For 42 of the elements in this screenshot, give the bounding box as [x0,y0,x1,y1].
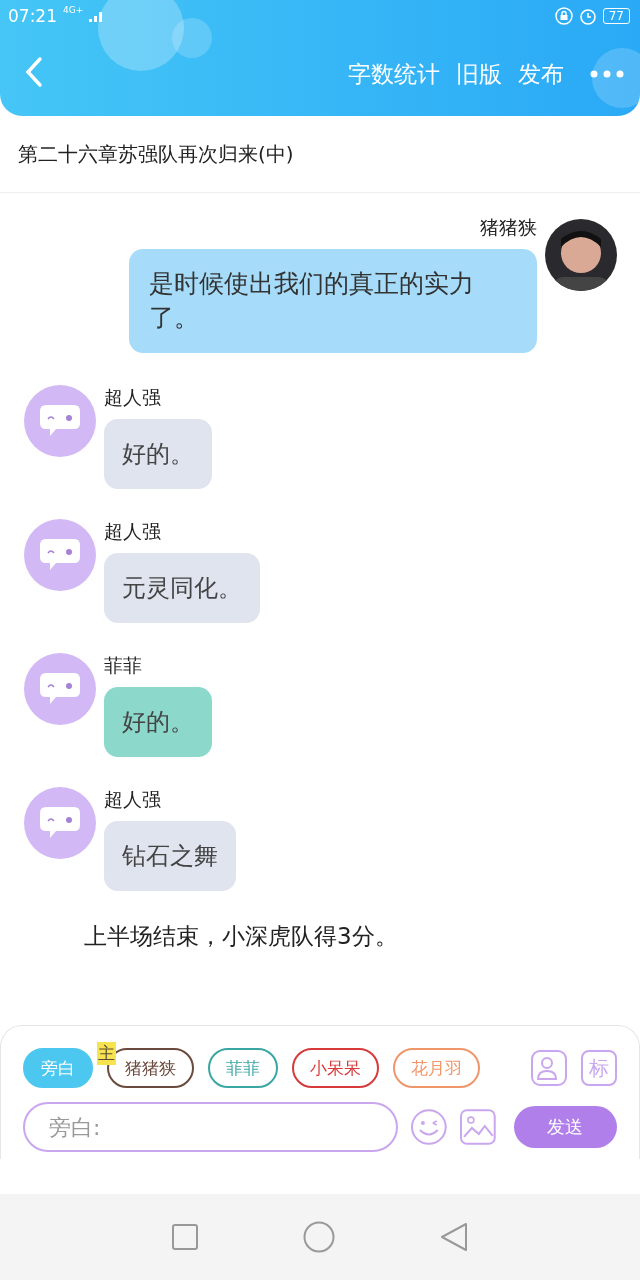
character-chip[interactable]: 花月羽 [393,1048,480,1088]
emoji-icon[interactable] [410,1108,449,1146]
tag-button[interactable]: 标 [581,1050,617,1086]
send-button[interactable]: 发送 [513,1106,617,1148]
sender-name: 超人强 [104,518,162,544]
character-chip[interactable]: 菲菲 [208,1048,278,1088]
sender-name: 猪猪狭 [480,215,537,240]
network-label: 4G+ [63,5,84,15]
character-chip[interactable]: 小呆呆 [292,1048,379,1088]
message-bubble: 好的。 [104,418,212,489]
sender-name: 超人强 [104,384,162,410]
sender-name: 超人强 [104,786,162,812]
header-action[interactable]: 旧版 [452,58,506,90]
signal-icon [89,10,104,22]
header-action[interactable]: 字数统计 [344,58,444,90]
message-bubble: 是时候使出我们的真正的实力了。 [129,249,537,353]
header-action[interactable]: 发布 [514,58,568,90]
avatar-icon[interactable] [24,518,96,591]
message-bubble: 好的。 [104,686,212,757]
recent-apps-icon[interactable] [172,1224,199,1250]
more-icon[interactable] [590,70,624,78]
alarm-icon [578,7,597,25]
status-time: 07:21 [8,6,57,26]
avatar-icon[interactable] [24,384,96,457]
avatar-icon[interactable] [24,786,96,859]
image-icon[interactable] [460,1109,496,1145]
bubble-decoration [592,48,640,108]
home-icon[interactable] [303,1221,335,1253]
person-icon[interactable] [531,1050,567,1086]
back-icon[interactable] [24,56,44,88]
lock-icon [554,7,573,25]
message-input[interactable]: 旁白: [23,1102,399,1152]
character-chip[interactable]: 旁白 [23,1048,93,1088]
sender-name: 菲菲 [104,652,143,678]
main-badge: 主 [97,1042,116,1065]
avatar-icon[interactable] [24,652,96,725]
chapter-title: 第二十六章苏强队再次归来(中) [18,140,294,168]
narration-text: 上半场结束，小深虎队得3分。 [84,921,399,951]
back-nav-icon[interactable] [439,1222,468,1252]
message-bubble: 元灵同化。 [104,552,260,623]
battery-level: 77 [602,8,630,24]
message-bubble: 钻石之舞 [104,820,236,891]
